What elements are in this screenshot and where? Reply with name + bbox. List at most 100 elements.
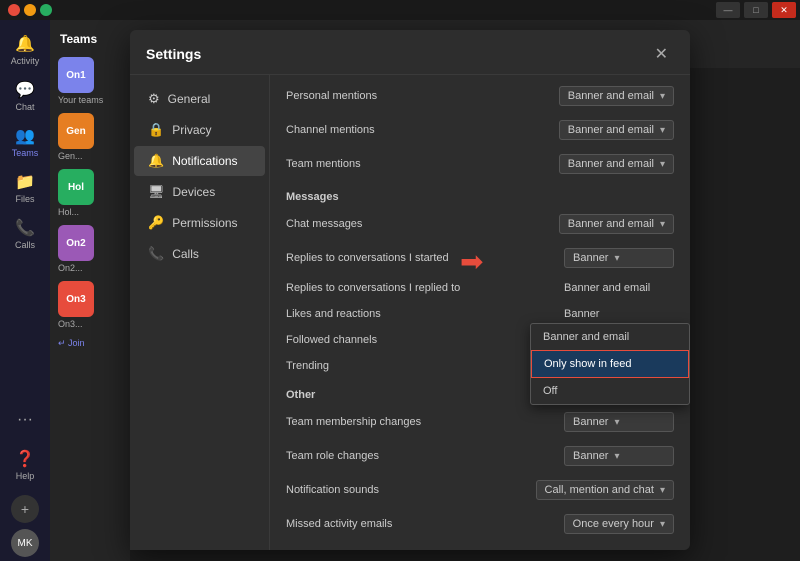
- permissions-icon: 🔑: [148, 215, 164, 231]
- add-org-button[interactable]: +: [11, 495, 39, 523]
- sidebar-item-calls[interactable]: 📞 Calls: [1, 212, 49, 256]
- chevron-missed-activity: ▾: [660, 519, 665, 530]
- team-avatar-on2: On2: [58, 225, 94, 261]
- row-personal-mentions: Personal mentions Banner and email ▾: [270, 79, 690, 113]
- row-channel-mentions: Channel mentions Banner and email ▾: [270, 113, 690, 147]
- value-chat-messages[interactable]: Banner and email ▾: [559, 214, 674, 234]
- row-notification-sounds: Notification sounds Call, mention and ch…: [270, 473, 690, 507]
- team-item-on2[interactable]: On2 On2...: [54, 222, 126, 276]
- files-icon: 📁: [15, 172, 35, 192]
- dropdown-value-channel-mentions: Banner and email: [568, 124, 654, 136]
- minimize-button[interactable]: —: [716, 2, 740, 18]
- close-traffic-light[interactable]: [8, 4, 20, 16]
- nav-item-notifications[interactable]: 🔔 Notifications: [134, 146, 265, 176]
- dropdown-personal-mentions[interactable]: Banner and email ▾: [559, 86, 674, 106]
- value-personal-mentions[interactable]: Banner and email ▾: [559, 86, 674, 106]
- value-missed-activity[interactable]: Once every hour ▾: [564, 514, 674, 534]
- modal-close-button[interactable]: ✕: [649, 42, 674, 66]
- value-team-role[interactable]: Banner ▾: [564, 446, 674, 466]
- team-item-gen[interactable]: Gen Gen...: [54, 110, 126, 164]
- dropdown-replies-started[interactable]: Banner ▾: [564, 248, 674, 268]
- sidebar-item-files[interactable]: 📁 Files: [1, 166, 49, 210]
- dropdown-value-personal-mentions: Banner and email: [568, 90, 654, 102]
- team-label-hol: Hol...: [58, 207, 79, 217]
- team-item-on1[interactable]: On1 Your teams: [54, 54, 126, 108]
- dropdown-missed-activity[interactable]: Once every hour ▾: [564, 514, 674, 534]
- value-team-mentions[interactable]: Banner and email ▾: [559, 154, 674, 174]
- team-avatar-gen: Gen: [58, 113, 94, 149]
- value-replies-started[interactable]: Banner ▾: [564, 248, 674, 268]
- chevron-channel-mentions: ▾: [660, 125, 665, 136]
- dropdown-option-off[interactable]: Off: [531, 378, 689, 404]
- nav-item-privacy[interactable]: 🔒 Privacy: [134, 115, 265, 145]
- plain-value-likes-reactions: Banner: [564, 308, 674, 320]
- nav-item-calls[interactable]: 📞 Calls: [134, 239, 265, 269]
- nav-item-devices[interactable]: 🖥 Devices: [134, 177, 265, 207]
- team-avatar-on3: On3: [58, 281, 94, 317]
- nav-item-permissions[interactable]: 🔑 Permissions: [134, 208, 265, 238]
- dropdown-value-chat-messages: Banner and email: [568, 218, 654, 230]
- value-channel-mentions[interactable]: Banner and email ▾: [559, 120, 674, 140]
- row-replies-replied: Replies to conversations I replied to Ba…: [270, 275, 690, 301]
- section-highlights: Highlights for you: [270, 541, 690, 550]
- avatar[interactable]: MK: [11, 529, 39, 557]
- teams-icon: 👥: [15, 126, 35, 146]
- team-avatar-on1: On1: [58, 57, 94, 93]
- privacy-icon: 🔒: [148, 122, 164, 138]
- label-missed-activity: Missed activity emails: [286, 518, 564, 530]
- label-channel-mentions: Channel mentions: [286, 124, 559, 136]
- sidebar-label-teams: Teams: [12, 148, 39, 158]
- dropdown-channel-mentions[interactable]: Banner and email ▾: [559, 120, 674, 140]
- maximize-traffic-light[interactable]: [40, 4, 52, 16]
- row-team-role: Team role changes Banner ▾: [270, 439, 690, 473]
- close-button[interactable]: ✕: [772, 2, 796, 18]
- dropdown-value-team-mentions: Banner and email: [568, 158, 654, 170]
- window-controls: — □ ✕: [716, 2, 796, 18]
- chevron-notification-sounds: ▾: [660, 485, 665, 496]
- sidebar-item-help[interactable]: ❓ Help: [1, 443, 49, 487]
- team-avatar-hol: Hol: [58, 169, 94, 205]
- help-icon: ❓: [15, 449, 35, 469]
- maximize-button[interactable]: □: [744, 2, 768, 18]
- nav-label-privacy: Privacy: [172, 123, 211, 137]
- dropdown-value-replies-started: Banner: [573, 252, 608, 264]
- devices-icon: 🖥: [148, 184, 165, 200]
- row-missed-activity: Missed activity emails Once every hour ▾: [270, 507, 690, 541]
- dropdown-team-mentions[interactable]: Banner and email ▾: [559, 154, 674, 174]
- team-item-on3[interactable]: On3 On3...: [54, 278, 126, 332]
- dropdown-team-membership[interactable]: Banner ▾: [564, 412, 674, 432]
- settings-content: Personal mentions Banner and email ▾ Cha…: [270, 75, 690, 550]
- team-label-on1: Your teams: [58, 95, 103, 105]
- dropdown-team-role[interactable]: Banner ▾: [564, 446, 674, 466]
- sidebar-label-calls: Calls: [15, 240, 35, 250]
- row-likes-reactions: Likes and reactions Banner Banner and em…: [270, 301, 690, 327]
- team-label-on3: On3...: [58, 319, 83, 329]
- sidebar-item-chat[interactable]: 💬 Chat: [1, 74, 49, 118]
- dropdown-chat-messages[interactable]: Banner and email ▾: [559, 214, 674, 234]
- chat-icon: 💬: [15, 80, 35, 100]
- dropdown-option-feed[interactable]: Only show in feed: [531, 350, 689, 378]
- chevron-personal-mentions: ▾: [660, 91, 665, 102]
- dropdown-notification-sounds[interactable]: Call, mention and chat ▾: [536, 480, 674, 500]
- modal-body: ⚙ General 🔒 Privacy 🔔 Notifications 🖥 De…: [130, 75, 690, 550]
- value-likes-reactions: Banner: [564, 308, 674, 320]
- join-button[interactable]: ↵ Join: [54, 336, 126, 351]
- label-replies-replied: Replies to conversations I replied to: [286, 282, 564, 294]
- minimize-traffic-light[interactable]: [24, 4, 36, 16]
- label-team-role: Team role changes: [286, 450, 564, 462]
- sidebar-label-files: Files: [15, 194, 34, 204]
- sidebar-item-more[interactable]: ···: [1, 405, 49, 435]
- chevron-team-membership: ▾: [614, 417, 619, 428]
- sidebar-item-activity[interactable]: 🔔 Activity: [1, 28, 49, 72]
- team-item-hol[interactable]: Hol Hol...: [54, 166, 126, 220]
- value-notification-sounds[interactable]: Call, mention and chat ▾: [536, 480, 674, 500]
- titlebar: — □ ✕: [0, 0, 800, 20]
- value-team-membership[interactable]: Banner ▾: [564, 412, 674, 432]
- nav-item-general[interactable]: ⚙ General: [134, 84, 265, 114]
- sidebar-item-teams[interactable]: 👥 Teams: [1, 120, 49, 164]
- nav-label-general: General: [168, 92, 211, 106]
- plain-value-replies-replied: Banner and email: [564, 282, 674, 294]
- dropdown-option-banner-email[interactable]: Banner and email: [531, 324, 689, 350]
- settings-rows: Personal mentions Banner and email ▾ Cha…: [270, 75, 690, 550]
- dropdown-popup-likes-reactions: Banner and email Only show in feed Off: [530, 323, 690, 405]
